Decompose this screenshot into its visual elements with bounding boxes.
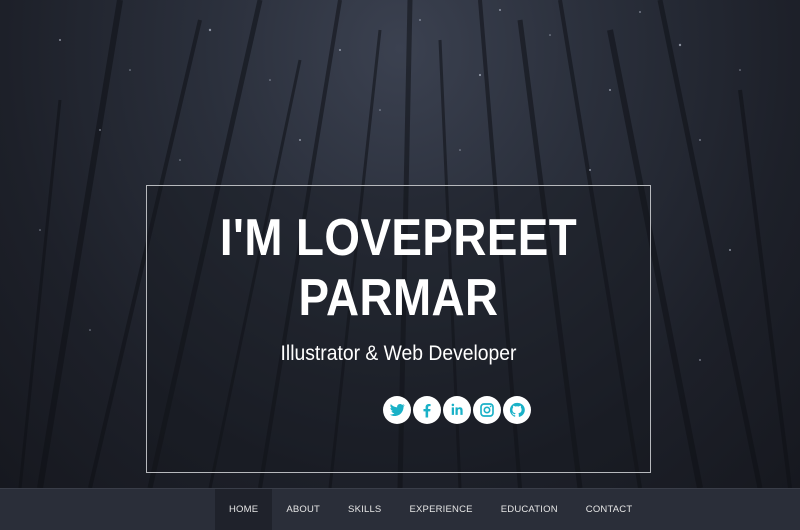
nav-item-skills[interactable]: SKILLS — [334, 489, 395, 530]
github-icon — [509, 402, 525, 417]
nav-item-contact[interactable]: CONTACT — [572, 489, 647, 530]
nav-menu: HOME ABOUT SKILLS EXPERIENCE EDUCATION C… — [215, 489, 646, 530]
linkedin-icon — [451, 403, 463, 415]
instagram-icon — [480, 403, 494, 417]
main-navbar: HOME ABOUT SKILLS EXPERIENCE EDUCATION C… — [0, 488, 800, 530]
nav-item-home[interactable]: HOME — [215, 489, 273, 530]
hero-frame: I'M LOVEPREET PARMAR Illustrator & Web D… — [146, 185, 651, 473]
facebook-link[interactable] — [413, 396, 441, 424]
linkedin-link[interactable] — [443, 396, 471, 424]
hero-role: Illustrator & Web Developer — [280, 342, 517, 365]
twitter-link[interactable] — [383, 396, 411, 424]
facebook-icon — [423, 404, 431, 418]
hero-name: I'M LOVEPREET PARMAR — [219, 209, 578, 327]
nav-item-about[interactable]: ABOUT — [272, 489, 334, 530]
social-links — [383, 396, 531, 426]
hero-section: I'M LOVEPREET PARMAR Illustrator & Web D… — [0, 0, 800, 488]
nav-item-education[interactable]: EDUCATION — [487, 489, 572, 530]
nav-item-experience[interactable]: EXPERIENCE — [395, 489, 486, 530]
twitter-icon — [389, 403, 406, 416]
instagram-link[interactable] — [473, 396, 501, 424]
github-link[interactable] — [503, 396, 531, 424]
